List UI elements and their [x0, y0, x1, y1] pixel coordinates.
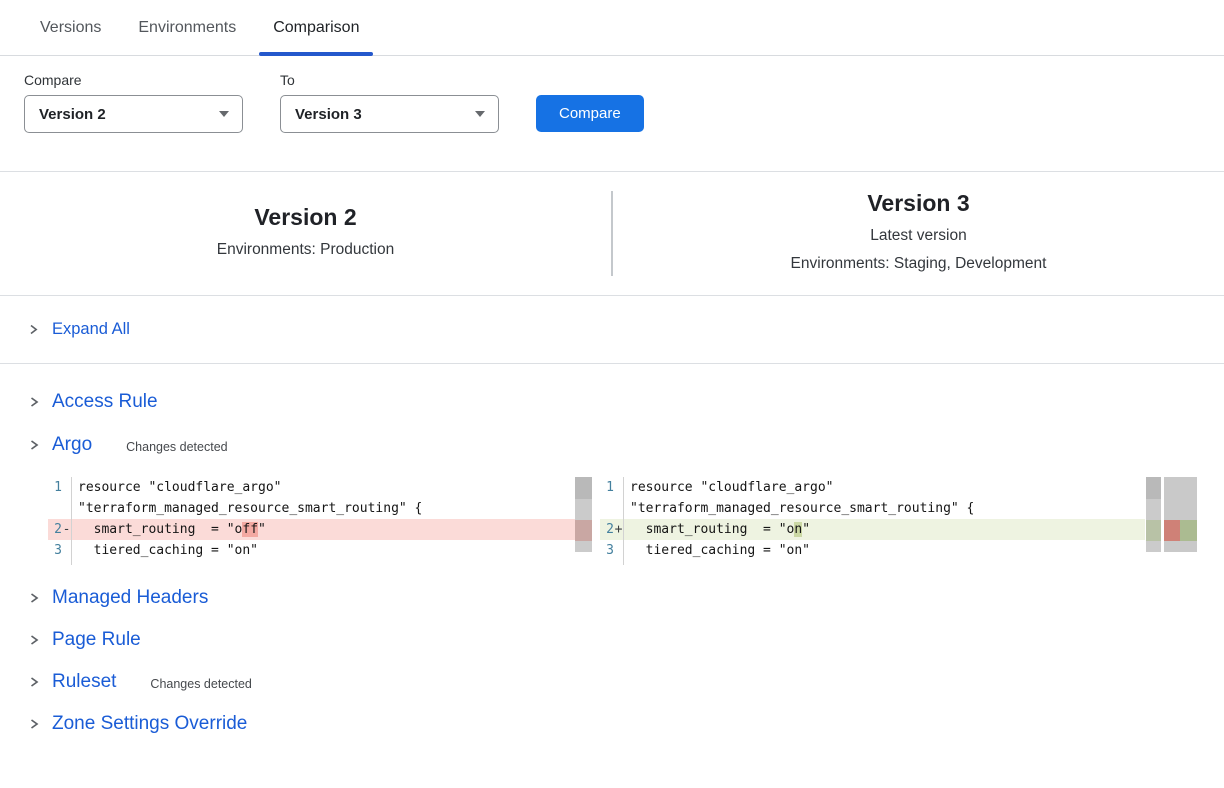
- resource-sections: Access Rule Argo Changes detected 1 reso…: [0, 391, 1224, 735]
- argo-diff-viewer: 1 resource "cloudflare_argo" "terraform_…: [48, 477, 1197, 565]
- chevron-right-icon: [28, 717, 40, 731]
- line-number: 2+: [600, 519, 624, 540]
- diff-line-clipped: }: [600, 561, 1145, 565]
- diff-line: 3 tiered_caching = "on": [48, 540, 575, 561]
- section-argo[interactable]: Argo Changes detected: [28, 434, 1224, 456]
- diff-line: 1 resource "cloudflare_argo": [600, 477, 1145, 498]
- tab-comparison[interactable]: Comparison: [259, 0, 373, 55]
- diff-line-added: 2+ smart_routing = "on": [600, 519, 1145, 540]
- diff-line: 3 tiered_caching = "on": [600, 540, 1145, 561]
- compare-to-field: To Version 3: [280, 72, 499, 133]
- version-right-header: Version 3 Latest version Environments: S…: [613, 190, 1224, 276]
- line-number: 1: [600, 477, 624, 498]
- comparison-header: Version 2 Environments: Production Versi…: [0, 171, 1224, 296]
- chevron-down-icon: [475, 111, 485, 117]
- vertical-scrollbar[interactable]: [1146, 477, 1161, 552]
- line-number: 3: [600, 540, 624, 561]
- tab-bar: Versions Environments Comparison: [0, 0, 1224, 56]
- expand-all-toggle[interactable]: Expand All: [0, 296, 1224, 364]
- expand-all-label: Expand All: [52, 320, 130, 339]
- line-number: [48, 498, 72, 519]
- diff-line-clipped: }: [48, 561, 575, 565]
- diff-pane-right: 1 resource "cloudflare_argo" "terraform_…: [600, 477, 1197, 565]
- section-label: Ruleset: [52, 671, 116, 693]
- section-managed-headers[interactable]: Managed Headers: [28, 587, 1224, 609]
- compare-from-value: Version 2: [39, 106, 106, 123]
- line-number: [48, 561, 72, 565]
- compare-from-select[interactable]: Version 2: [24, 95, 243, 133]
- diff-line: 1 resource "cloudflare_argo": [48, 477, 575, 498]
- line-number: 3: [48, 540, 72, 561]
- section-zone-settings-override[interactable]: Zone Settings Override: [28, 713, 1224, 735]
- compare-to-label: To: [280, 72, 499, 88]
- version-left-header: Version 2 Environments: Production: [0, 204, 611, 263]
- diff-code-right: 1 resource "cloudflare_argo" "terraform_…: [600, 477, 1145, 565]
- tab-environments[interactable]: Environments: [124, 0, 250, 55]
- chevron-right-icon: [28, 633, 40, 647]
- scrollbar-thumb[interactable]: [575, 477, 592, 499]
- scrollbar-diff-marker: [575, 520, 592, 541]
- minimap-added-marker: [1180, 520, 1197, 541]
- section-label: Zone Settings Override: [52, 713, 247, 735]
- chevron-right-icon: [28, 675, 40, 689]
- chevron-right-icon: [28, 323, 39, 336]
- chevron-right-icon: [28, 395, 40, 409]
- section-page-rule[interactable]: Page Rule: [28, 629, 1224, 651]
- minimap-diff-marker: [1164, 520, 1197, 541]
- section-label: Managed Headers: [52, 587, 208, 609]
- vertical-scrollbar[interactable]: [575, 477, 592, 552]
- tab-versions[interactable]: Versions: [26, 0, 115, 55]
- changes-badge: Changes detected: [150, 677, 251, 691]
- section-label: Page Rule: [52, 629, 141, 651]
- version-left-title: Version 2: [0, 204, 611, 231]
- version-left-environments: Environments: Production: [0, 236, 611, 263]
- compare-from-field: Compare Version 2: [24, 72, 243, 133]
- version-right-subtitle: Latest version: [613, 222, 1224, 249]
- compare-form: Compare Version 2 To Version 3 Compare: [0, 56, 1224, 133]
- diff-line-removed: 2- smart_routing = "off": [48, 519, 575, 540]
- diff-pane-left: 1 resource "cloudflare_argo" "terraform_…: [48, 477, 592, 565]
- line-number: 1: [48, 477, 72, 498]
- diff-line-wrap: "terraform_managed_resource_smart_routin…: [48, 498, 575, 519]
- line-number: 2-: [48, 519, 72, 540]
- diff-code-left: 1 resource "cloudflare_argo" "terraform_…: [48, 477, 575, 565]
- line-number: [600, 498, 624, 519]
- section-ruleset[interactable]: Ruleset Changes detected: [28, 671, 1224, 693]
- compare-to-select[interactable]: Version 3: [280, 95, 499, 133]
- chevron-right-icon: [28, 591, 40, 605]
- section-label: Argo: [52, 434, 92, 456]
- diff-line-wrap: "terraform_managed_resource_smart_routin…: [600, 498, 1145, 519]
- compare-from-label: Compare: [24, 72, 243, 88]
- changes-badge: Changes detected: [126, 440, 227, 454]
- scrollbar-thumb[interactable]: [1146, 477, 1161, 499]
- chevron-right-icon: [28, 438, 40, 452]
- section-access-rule[interactable]: Access Rule: [28, 391, 1224, 413]
- minimap-removed-marker: [1164, 520, 1180, 541]
- changed-word: ff: [242, 522, 258, 537]
- version-right-environments: Environments: Staging, Development: [613, 250, 1224, 277]
- compare-button[interactable]: Compare: [536, 95, 644, 132]
- section-label: Access Rule: [52, 391, 158, 413]
- line-number: [600, 561, 624, 565]
- chevron-down-icon: [219, 111, 229, 117]
- version-right-title: Version 3: [613, 190, 1224, 217]
- diff-minimap[interactable]: [1164, 477, 1197, 552]
- scrollbar-diff-marker: [1146, 520, 1161, 541]
- compare-to-value: Version 3: [295, 106, 362, 123]
